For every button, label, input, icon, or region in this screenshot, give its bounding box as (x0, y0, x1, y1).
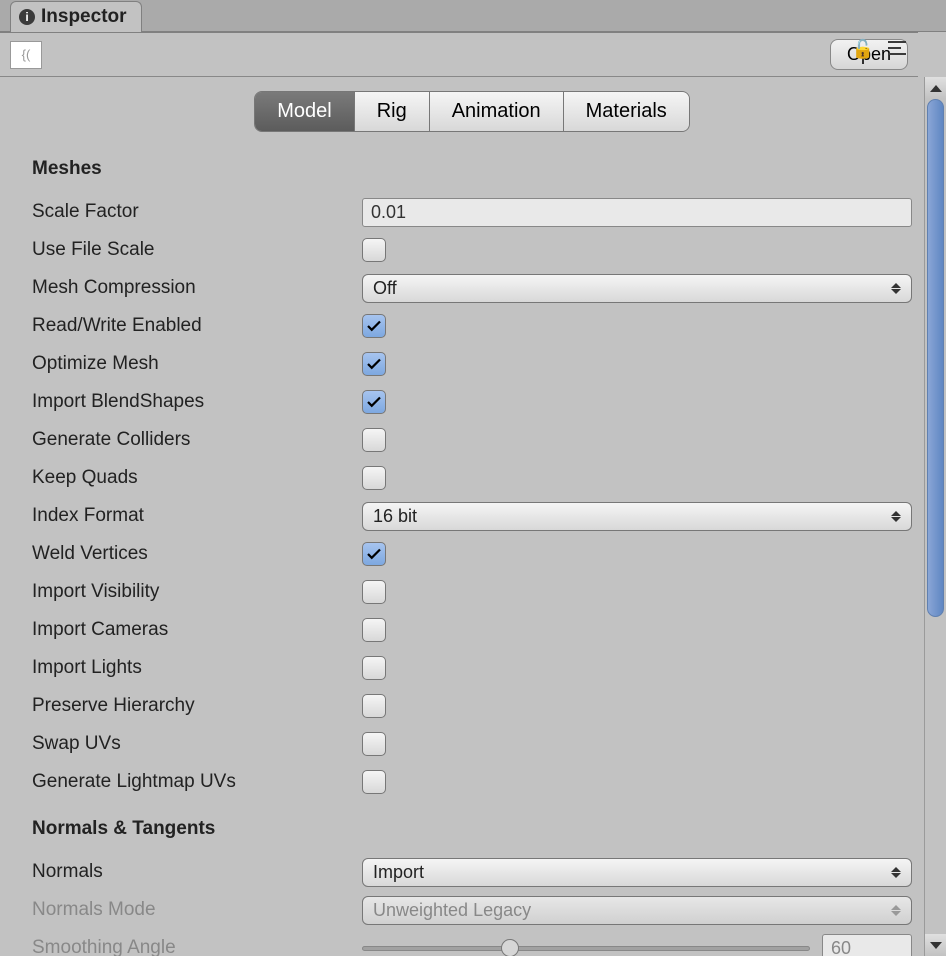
slider-thumb (501, 939, 519, 956)
chevron-updown-icon (891, 867, 901, 878)
checkbox-import-lights[interactable] (362, 656, 386, 680)
checkbox-weld-vertices[interactable] (362, 542, 386, 566)
row-swap-uvs: Swap UVs (32, 726, 912, 762)
slider-track (362, 946, 810, 951)
slider-smoothing-angle: 60 (362, 934, 912, 956)
scroll-up-button[interactable] (925, 77, 946, 99)
label-generate-lightmap-uvs: Generate Lightmap UVs (32, 771, 362, 793)
row-import-lights: Import Lights (32, 650, 912, 686)
inspector-window: i Inspector {( Open 🔓 Model Rig Animatio… (0, 0, 946, 956)
dropdown-index-format[interactable]: 16 bit (362, 502, 912, 531)
row-import-cameras: Import Cameras (32, 612, 912, 648)
checkbox-use-file-scale[interactable] (362, 238, 386, 262)
dropdown-normals-value: Import (373, 862, 424, 883)
label-generate-colliders: Generate Colliders (32, 429, 362, 451)
label-import-visibility: Import Visibility (32, 581, 362, 603)
row-read-write: Read/Write Enabled (32, 308, 912, 344)
dropdown-normals[interactable]: Import (362, 858, 912, 887)
row-normals: Normals Import (32, 854, 912, 890)
scroll-content: Model Rig Animation Materials Meshes Sca… (0, 77, 924, 956)
dropdown-mesh-compression-value: Off (373, 278, 397, 299)
scroll-track[interactable] (925, 99, 946, 934)
row-import-visibility: Import Visibility (32, 574, 912, 610)
input-scale-factor[interactable] (362, 198, 912, 227)
row-smoothing-angle: Smoothing Angle 60 (32, 930, 912, 956)
label-scale-factor: Scale Factor (32, 201, 362, 223)
checkbox-preserve-hierarchy[interactable] (362, 694, 386, 718)
chevron-updown-icon (891, 511, 901, 522)
row-mesh-compression: Mesh Compression Off (32, 270, 912, 306)
import-tabs: Model Rig Animation Materials (32, 91, 912, 132)
label-import-lights: Import Lights (32, 657, 362, 679)
import-tab-group: Model Rig Animation Materials (254, 91, 690, 132)
row-scale-factor: Scale Factor (32, 194, 912, 230)
dropdown-normals-mode: Unweighted Legacy (362, 896, 912, 925)
scroll-down-button[interactable] (925, 934, 946, 956)
label-preserve-hierarchy: Preserve Hierarchy (32, 695, 362, 717)
info-icon: i (19, 9, 35, 25)
checkbox-import-visibility[interactable] (362, 580, 386, 604)
dropdown-mesh-compression[interactable]: Off (362, 274, 912, 303)
tab-model[interactable]: Model (255, 92, 354, 131)
context-menu-icon[interactable] (888, 41, 906, 55)
tab-rig[interactable]: Rig (355, 92, 430, 131)
checkbox-import-cameras[interactable] (362, 618, 386, 642)
checkbox-read-write[interactable] (362, 314, 386, 338)
label-index-format: Index Format (32, 505, 362, 527)
tab-materials[interactable]: Materials (564, 92, 689, 131)
checkbox-swap-uvs[interactable] (362, 732, 386, 756)
section-normals: Normals & Tangents (32, 818, 912, 840)
label-smoothing-angle: Smoothing Angle (32, 937, 362, 956)
lock-icon[interactable]: 🔓 (852, 39, 874, 60)
asset-thumbnail-icon: {( (10, 41, 42, 69)
label-keep-quads: Keep Quads (32, 467, 362, 489)
checkbox-optimize-mesh[interactable] (362, 352, 386, 376)
checkbox-generate-colliders[interactable] (362, 428, 386, 452)
label-read-write: Read/Write Enabled (32, 315, 362, 337)
row-generate-lightmap-uvs: Generate Lightmap UVs (32, 764, 912, 800)
row-normals-mode: Normals Mode Unweighted Legacy (32, 892, 912, 928)
checkbox-import-blendshapes[interactable] (362, 390, 386, 414)
label-import-blendshapes: Import BlendShapes (32, 391, 362, 413)
asset-header: {( Open 🔓 (0, 32, 918, 77)
section-meshes: Meshes (32, 158, 912, 180)
row-import-blendshapes: Import BlendShapes (32, 384, 912, 420)
label-mesh-compression: Mesh Compression (32, 277, 362, 299)
row-index-format: Index Format 16 bit (32, 498, 912, 534)
row-keep-quads: Keep Quads (32, 460, 912, 496)
tab-animation[interactable]: Animation (430, 92, 564, 131)
vertical-scrollbar[interactable] (924, 77, 946, 956)
label-weld-vertices: Weld Vertices (32, 543, 362, 565)
inspector-tab[interactable]: i Inspector (10, 1, 142, 32)
row-weld-vertices: Weld Vertices (32, 536, 912, 572)
row-generate-colliders: Generate Colliders (32, 422, 912, 458)
label-swap-uvs: Swap UVs (32, 733, 362, 755)
content-area: Model Rig Animation Materials Meshes Sca… (0, 77, 946, 956)
dropdown-index-format-value: 16 bit (373, 506, 417, 527)
slider-value: 60 (822, 934, 912, 956)
label-normals-mode: Normals Mode (32, 899, 362, 921)
label-use-file-scale: Use File Scale (32, 239, 362, 261)
checkbox-generate-lightmap-uvs[interactable] (362, 770, 386, 794)
label-import-cameras: Import Cameras (32, 619, 362, 641)
chevron-updown-icon (891, 283, 901, 294)
row-preserve-hierarchy: Preserve Hierarchy (32, 688, 912, 724)
label-normals: Normals (32, 861, 362, 883)
row-use-file-scale: Use File Scale (32, 232, 912, 268)
label-optimize-mesh: Optimize Mesh (32, 353, 362, 375)
checkbox-keep-quads[interactable] (362, 466, 386, 490)
window-tabbar: i Inspector (0, 0, 946, 32)
scroll-thumb[interactable] (927, 99, 944, 617)
chevron-updown-icon (891, 905, 901, 916)
dropdown-normals-mode-value: Unweighted Legacy (373, 900, 531, 921)
inspector-tab-label: Inspector (41, 6, 127, 28)
row-optimize-mesh: Optimize Mesh (32, 346, 912, 382)
